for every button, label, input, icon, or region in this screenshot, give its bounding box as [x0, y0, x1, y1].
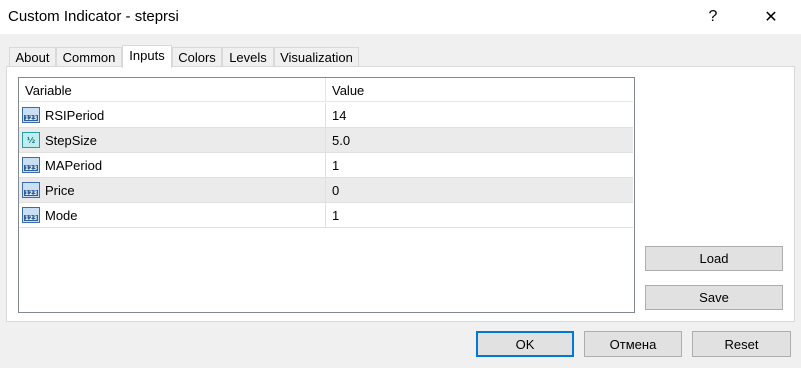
table-row[interactable]: 123 RSIPeriod 14	[19, 103, 633, 128]
table-row[interactable]: 123 Mode 1	[19, 203, 633, 228]
ok-button[interactable]: OK	[476, 331, 574, 357]
inputs-grid: Variable Value 123 RSIPeriod 14 ½ StepSi…	[18, 77, 635, 313]
variable-name: Mode	[45, 208, 78, 223]
integer-icon: 123	[22, 182, 40, 198]
variable-cell: ½ StepSize	[19, 128, 326, 152]
value-cell[interactable]: 1	[326, 153, 633, 177]
tab-common[interactable]: Common	[56, 47, 122, 68]
close-icon: ✕	[764, 9, 778, 26]
tab-colors[interactable]: Colors	[172, 47, 222, 68]
value-cell[interactable]: 14	[326, 103, 633, 127]
svg-text:123: 123	[25, 215, 38, 222]
value-cell[interactable]: 1	[326, 203, 633, 227]
column-header-variable[interactable]: Variable	[19, 78, 326, 102]
variable-cell: 123 MAPeriod	[19, 153, 326, 177]
column-header-value[interactable]: Value	[326, 78, 633, 102]
cancel-button[interactable]: Отмена	[584, 331, 682, 357]
tab-levels[interactable]: Levels	[222, 47, 274, 68]
window-title: Custom Indicator - steprsi	[8, 8, 179, 25]
grid-header: Variable Value	[19, 78, 633, 102]
tab-visualization[interactable]: Visualization	[274, 47, 359, 68]
variable-name: RSIPeriod	[45, 108, 105, 123]
tab-inputs[interactable]: Inputs	[122, 45, 172, 68]
double-icon: ½	[22, 132, 40, 148]
svg-text:123: 123	[25, 165, 38, 172]
svg-text:123: 123	[25, 115, 38, 122]
tab-about[interactable]: About	[9, 47, 56, 68]
table-row[interactable]: 123 MAPeriod 1	[19, 153, 633, 178]
reset-button[interactable]: Reset	[692, 331, 791, 357]
close-button[interactable]: ✕	[748, 0, 794, 34]
svg-text:½: ½	[27, 135, 35, 145]
variable-name: Price	[45, 183, 75, 198]
help-icon: ?	[708, 8, 718, 25]
variable-name: StepSize	[45, 133, 98, 148]
integer-icon: 123	[22, 107, 40, 123]
value-cell[interactable]: 5.0	[326, 128, 633, 152]
variable-cell: 123 Mode	[19, 203, 326, 227]
title-bar: Custom Indicator - steprsi ? ✕	[0, 0, 801, 34]
variable-name: MAPeriod	[45, 158, 103, 173]
variable-cell: 123 Price	[19, 178, 326, 202]
help-button[interactable]: ?	[690, 0, 736, 34]
svg-text:123: 123	[25, 190, 38, 197]
integer-icon: 123	[22, 207, 40, 223]
integer-icon: 123	[22, 157, 40, 173]
value-cell[interactable]: 0	[326, 178, 633, 202]
variable-cell: 123 RSIPeriod	[19, 103, 326, 127]
save-button[interactable]: Save	[645, 285, 783, 310]
table-row[interactable]: ½ StepSize 5.0	[19, 128, 633, 153]
load-button[interactable]: Load	[645, 246, 783, 271]
table-row[interactable]: 123 Price 0	[19, 178, 633, 203]
